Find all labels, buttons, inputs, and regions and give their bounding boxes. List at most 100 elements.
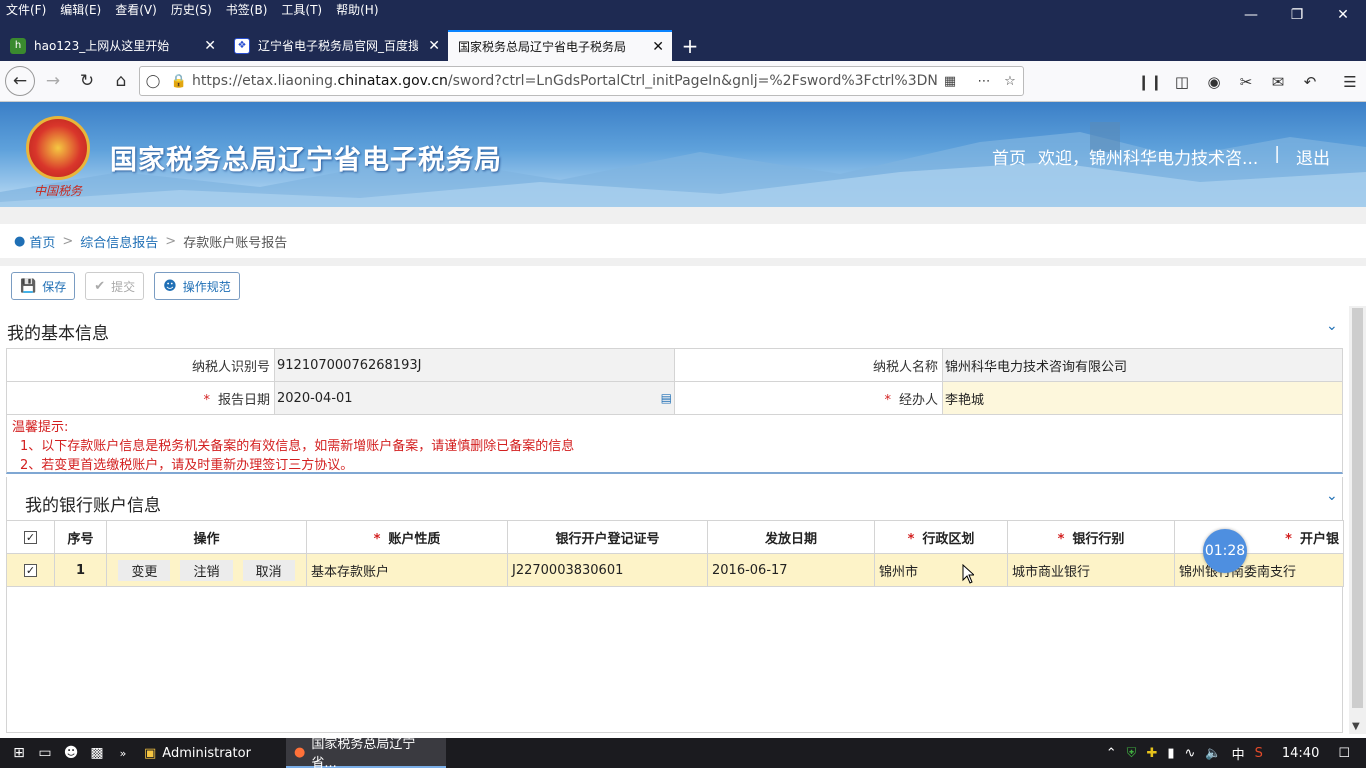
table-row[interactable]: ✓ 1 变更 注销 取消 基本存款账户 J2270003830601 2016-…	[6, 553, 1344, 587]
save-icon: 💾	[20, 278, 37, 294]
tab-hao123[interactable]: h hao123_上网从这里开始 ✕	[0, 30, 224, 61]
save-button[interactable]: 💾 保存	[11, 272, 76, 300]
row-ops: 变更 注销 取消	[106, 553, 307, 587]
sidebar-icon[interactable]: ◫	[1166, 73, 1198, 91]
restore-button[interactable]: ❐	[1274, 0, 1320, 30]
app-icon[interactable]: ☻	[58, 738, 84, 768]
windows-start-icon[interactable]: ⊞	[6, 738, 32, 768]
national-emblem-icon	[26, 116, 90, 180]
battery-icon[interactable]: ▮	[1167, 746, 1174, 761]
close-tab-icon[interactable]: ✕	[204, 38, 216, 54]
nav-bar: ← → ↻ ⌂ ◯ 🔒 https://etax.liaoning.chinat…	[0, 61, 1366, 102]
breadcrumb-level1[interactable]: 综合信息报告	[80, 232, 158, 251]
breadcrumb-home[interactable]: 首页	[29, 232, 55, 251]
report-date-field[interactable]: 2020-04-01 ▤	[274, 381, 675, 415]
menu-history[interactable]: 历史(S)	[171, 1, 212, 18]
row-branch[interactable]: 锦州银行南委南支行	[1174, 553, 1344, 587]
taxpayer-name-value: 锦州科华电力技术咨询有限公司	[942, 348, 1343, 382]
security-shield-icon[interactable]: ⛨	[1127, 746, 1137, 761]
row-issue-date[interactable]: 2016-06-17	[707, 553, 875, 587]
ime-indicator[interactable]: 中	[1232, 744, 1245, 763]
lock-icon[interactable]: 🔒	[166, 74, 192, 89]
close-window-button[interactable]: ✕	[1320, 0, 1366, 30]
hamburger-menu-icon[interactable]: ☰	[1334, 73, 1366, 91]
menu-bar: 文件(F) 编辑(E) 查看(V) 历史(S) 书签(B) 工具(T) 帮助(H…	[0, 0, 1366, 30]
firefox-label: 国家税务总局辽宁省...	[311, 737, 416, 771]
col-region: * 行政区划	[874, 520, 1008, 554]
forward-icon[interactable]: →	[37, 65, 69, 97]
new-tab-button[interactable]: +	[672, 30, 708, 61]
collapse-chevron-icon[interactable]: ⌄	[1326, 318, 1338, 334]
submit-button[interactable]: ✔ 提交	[85, 272, 145, 300]
minimize-button[interactable]: —	[1228, 0, 1274, 30]
row-bank-type[interactable]: 城市商业银行	[1007, 553, 1175, 587]
bookmark-star-icon[interactable]: ☆	[997, 74, 1023, 89]
volume-icon[interactable]: 🔈	[1205, 746, 1221, 761]
collapse-chevron-icon[interactable]: ⌄	[1326, 488, 1338, 504]
firefox-icon: ●	[294, 744, 306, 760]
home-icon[interactable]: ⌂	[105, 65, 137, 97]
shield-icon[interactable]: ◯	[140, 74, 166, 89]
tab-etax[interactable]: 国家税务总局辽宁省电子税务局 ✕	[448, 30, 672, 61]
home-link[interactable]: 首页	[992, 144, 1026, 169]
close-tab-icon[interactable]: ✕	[428, 38, 440, 54]
menu-edit[interactable]: 编辑(E)	[60, 1, 101, 18]
url-bar[interactable]: ◯ 🔒 https://etax.liaoning.chinatax.gov.c…	[139, 66, 1024, 96]
chat-icon[interactable]: ✉	[1262, 73, 1294, 91]
submit-label: 提交	[111, 279, 136, 294]
menu-view[interactable]: 查看(V)	[115, 1, 157, 18]
menu-bookmarks[interactable]: 书签(B)	[226, 1, 268, 18]
deregister-button[interactable]: 注销	[180, 559, 233, 581]
site-banner: 中国税务 国家税务总局辽宁省电子税务局 首页 欢迎，锦州科华电力技术咨... |…	[0, 102, 1366, 207]
tab-strip: h hao123_上网从这里开始 ✕ ❖ 辽宁省电子税务局官网_百度搜索 ✕ 国…	[0, 30, 1366, 61]
breadcrumb-separator: >	[165, 233, 177, 249]
spacer	[0, 207, 1366, 224]
reload-icon[interactable]: ↻	[71, 65, 103, 97]
col-seq: 序号	[54, 520, 107, 554]
row-checkbox[interactable]: ✓	[6, 553, 55, 587]
select-all-checkbox[interactable]: ✓	[6, 520, 55, 554]
tips-line-2: 2、若变更首选缴税账户，请及时重新办理签订三方协议。	[20, 458, 354, 473]
wifi-icon[interactable]: ∿	[1185, 746, 1196, 761]
col-nature: * 账户性质	[306, 520, 508, 554]
desktop-icon[interactable]: ▭	[32, 738, 58, 768]
taskbar-firefox[interactable]: ● 国家税务总局辽宁省...	[286, 737, 446, 771]
row-nature[interactable]: 基本存款账户	[306, 553, 508, 587]
row-region[interactable]: 锦州市	[874, 553, 1008, 587]
logout-link[interactable]: 退出	[1296, 144, 1330, 169]
clock[interactable]: 14:40	[1282, 746, 1319, 761]
tab-label: 辽宁省电子税务局官网_百度搜索	[258, 39, 418, 53]
change-button[interactable]: 变更	[118, 559, 171, 581]
system-tray: ⌃ ⛨ ✚ ▮ ∿ 🔈 中 S 14:40 ☐	[1101, 738, 1366, 768]
library-icon[interactable]: ❙❙	[1134, 73, 1166, 91]
guide-button[interactable]: ☻ 操作规范	[154, 272, 240, 300]
scrollbar-thumb[interactable]	[1352, 308, 1363, 708]
notification-icon[interactable]: ☐	[1338, 746, 1350, 761]
back-icon[interactable]: ←	[5, 66, 35, 96]
more-chevron-icon[interactable]: »	[110, 738, 136, 768]
menu-help[interactable]: 帮助(H)	[336, 1, 378, 18]
url-text[interactable]: https://etax.liaoning.chinatax.gov.cn/sw…	[192, 73, 937, 89]
close-tab-icon[interactable]: ✕	[652, 39, 664, 55]
calendar-icon[interactable]: ▤	[661, 391, 672, 405]
timer-badge[interactable]: 01:28	[1203, 529, 1247, 573]
account-icon[interactable]: ◉	[1198, 73, 1230, 91]
row-license[interactable]: J2270003830601	[507, 553, 708, 587]
revoke-button[interactable]: 取消	[242, 559, 295, 581]
screenshot-icon[interactable]: ✂	[1230, 73, 1262, 91]
menu-file[interactable]: 文件(F)	[6, 1, 46, 18]
tray-app-icon[interactable]: ✚	[1146, 746, 1157, 761]
taxpayer-name-label: 纳税人名称	[674, 348, 943, 382]
menu-tools[interactable]: 工具(T)	[281, 1, 322, 18]
taskbar-explorer[interactable]: ▣ Administrator	[136, 738, 286, 768]
sogou-input-icon[interactable]: S	[1255, 746, 1263, 761]
vertical-scrollbar[interactable]: ▼	[1349, 306, 1366, 734]
network-app-icon[interactable]: ▩	[84, 738, 110, 768]
undo-icon[interactable]: ↶	[1294, 73, 1326, 91]
qr-code-icon[interactable]: ▦	[937, 74, 963, 89]
scroll-down-icon[interactable]: ▼	[1352, 721, 1360, 732]
tab-baidu[interactable]: ❖ 辽宁省电子税务局官网_百度搜索 ✕	[224, 30, 448, 61]
handler-input[interactable]: 李艳城	[942, 381, 1343, 415]
tray-expand-icon[interactable]: ⌃	[1106, 746, 1117, 761]
page-actions-icon[interactable]: ⋯	[971, 74, 997, 89]
